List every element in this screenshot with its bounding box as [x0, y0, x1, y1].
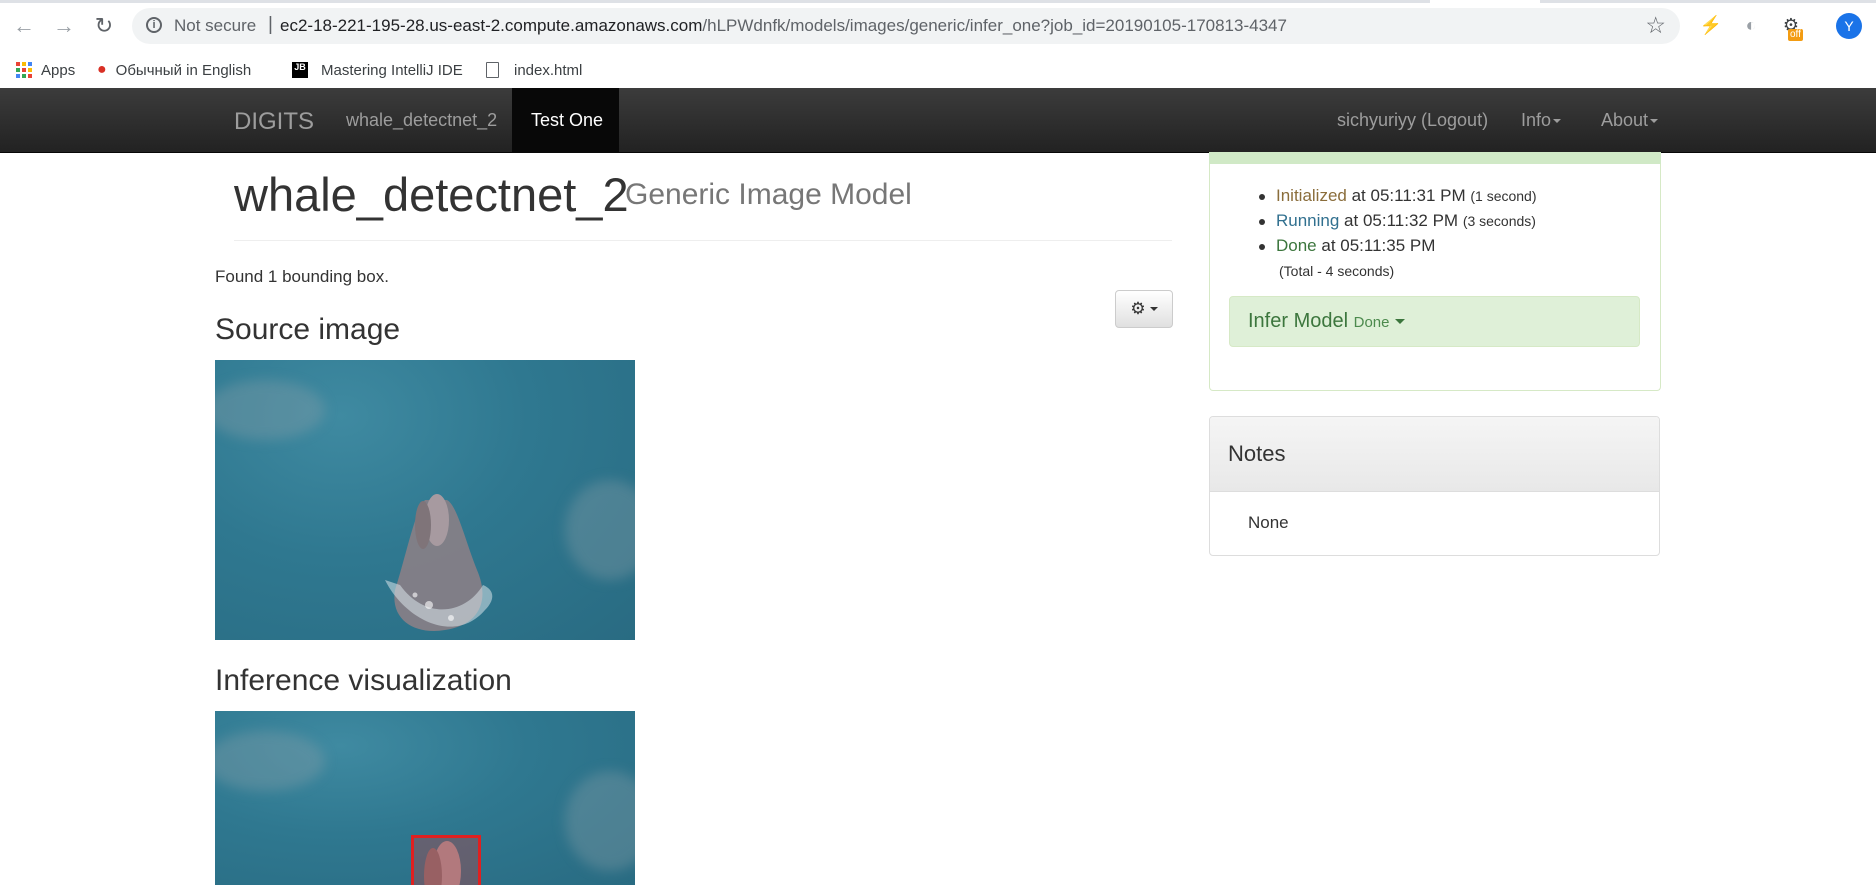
source-image: [215, 360, 635, 640]
about-menu-label: About: [1601, 110, 1649, 130]
found-boxes-text: Found 1 bounding box.: [215, 267, 389, 286]
status-list: Initialized at 05:11:31 PM (1 second) Ru…: [1259, 186, 1537, 261]
status-item: Done at 05:11:35 PM: [1259, 236, 1537, 261]
circle-extension-icon[interactable]: ◐: [1738, 12, 1764, 38]
digits-navbar: DIGITS whale_detectnet_2 Test One sichyu…: [0, 88, 1876, 153]
caret-down-icon: [1553, 119, 1562, 124]
bookmark-label: Обычный in English: [115, 61, 252, 79]
bookmark-index[interactable]: index.html: [486, 56, 582, 84]
infer-label-text: Infer Model: [1248, 310, 1349, 332]
notes-header: Notes: [1210, 417, 1659, 492]
tab-strip: [0, 0, 1876, 4]
bookmark-label: index.html: [514, 61, 583, 79]
status-duration: (3 seconds): [1462, 213, 1536, 229]
lightning-extension-icon[interactable]: ⚡: [1698, 12, 1724, 38]
status-duration: (1 second): [1470, 188, 1537, 204]
status-time: at 05:11:32 PM: [1339, 211, 1463, 230]
profile-avatar[interactable]: Y: [1836, 13, 1862, 39]
panel-header-strip: [1209, 152, 1661, 164]
notes-heading: Notes: [1228, 441, 1286, 466]
caret-down-icon: [1650, 119, 1659, 124]
model-link[interactable]: whale_detectnet_2: [346, 110, 497, 131]
forward-arrow-icon[interactable]: →: [50, 12, 78, 40]
url-text[interactable]: ec2-18-221-195-28.us-east-2.compute.amaz…: [280, 16, 1287, 36]
total-duration: (Total - 4 seconds): [1279, 263, 1395, 279]
status-item: Running at 05:11:32 PM (3 seconds): [1259, 211, 1537, 236]
job-status-panel: Initialized at 05:11:31 PM (1 second) Ru…: [1209, 152, 1661, 391]
status-item: Initialized at 05:11:31 PM (1 second): [1259, 186, 1537, 211]
bookmark-label: Mastering IntelliJ IDE: [321, 61, 463, 79]
status-state: Initialized: [1276, 186, 1347, 205]
bookmark-intellij[interactable]: JB Mastering IntelliJ IDE: [292, 56, 463, 84]
logout-link[interactable]: sichyuriyy (Logout): [1337, 110, 1488, 131]
bookmark-english[interactable]: ● Обычный in English: [97, 56, 251, 84]
infer-model-dropdown[interactable]: Infer Model Done: [1229, 296, 1640, 347]
tab-test-one[interactable]: Test One: [512, 88, 619, 152]
reload-icon[interactable]: ↻: [90, 12, 118, 40]
infer-model-label: Infer Model Done: [1248, 310, 1406, 333]
url-separator: |: [268, 14, 273, 35]
not-secure-label[interactable]: Not secure: [174, 16, 256, 36]
page-header: whale_detectnet_2 Generic Image Model: [234, 160, 1172, 241]
status-state: Running: [1276, 211, 1340, 230]
info-menu[interactable]: Info: [1521, 110, 1562, 131]
bookmark-apps[interactable]: Apps: [16, 56, 75, 84]
status-time: at 05:11:35 PM: [1316, 236, 1436, 255]
browser-toolbar: ← → ↻ i Not secure | ec2-18-221-195-28.u…: [0, 0, 1876, 52]
gear-icon: ⚙: [1130, 299, 1146, 318]
status-state: Done: [1276, 236, 1317, 255]
caret-down-icon: [1149, 307, 1158, 311]
back-arrow-icon[interactable]: ←: [10, 12, 38, 40]
source-image-heading: Source image: [215, 313, 401, 346]
infer-status: Done: [1353, 314, 1390, 331]
page-title: whale_detectnet_2: [234, 168, 629, 221]
bookmark-star-icon[interactable]: ☆: [1645, 12, 1666, 39]
caret-down-icon: [1395, 319, 1406, 325]
address-bar[interactable]: i Not secure | ec2-18-221-195-28.us-east…: [132, 8, 1680, 44]
bounding-box: [411, 835, 481, 885]
brand-link[interactable]: DIGITS: [234, 108, 314, 136]
settings-dropdown-button[interactable]: ⚙: [1115, 290, 1173, 328]
notes-panel: Notes None: [1209, 416, 1660, 556]
inference-heading: Inference visualization: [215, 664, 512, 697]
page-icon: [486, 62, 499, 78]
info-icon[interactable]: i: [146, 17, 162, 33]
whale-graphic: [385, 494, 493, 631]
extension-badge: off: [1788, 29, 1803, 41]
jetbrains-icon: JB: [292, 62, 308, 78]
tab-label: Test One: [531, 110, 604, 130]
apps-grid-icon: [16, 62, 32, 78]
info-menu-label: Info: [1521, 110, 1552, 130]
notes-body: None: [1248, 513, 1289, 532]
inference-image: [215, 711, 635, 885]
about-menu[interactable]: About: [1601, 110, 1659, 131]
page-subtitle: Generic Image Model: [625, 178, 912, 211]
url-path: /hLPWdnfk/models/images/generic/infer_on…: [702, 16, 1287, 35]
bookmark-label: Apps: [41, 61, 76, 79]
url-host: ec2-18-221-195-28.us-east-2.compute.amaz…: [280, 16, 703, 35]
bookmarks-bar: Apps ● Обычный in English JB Mastering I…: [0, 52, 1876, 88]
car-icon: ●: [97, 61, 107, 78]
status-time: at 05:11:31 PM: [1346, 186, 1471, 205]
